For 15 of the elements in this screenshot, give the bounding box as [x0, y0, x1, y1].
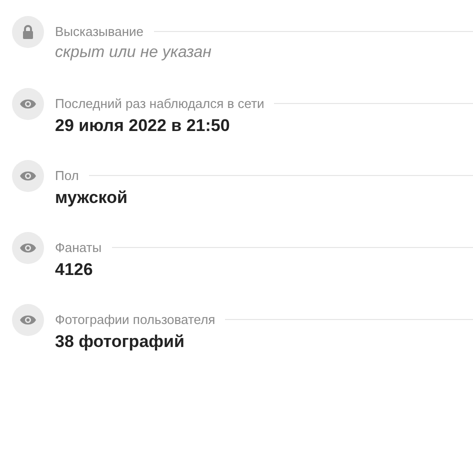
- field-value: 29 июля 2022 в 21:50: [55, 116, 231, 136]
- field-label: Пол: [55, 168, 79, 183]
- eye-icon: [20, 243, 36, 253]
- eye-icon: [20, 315, 36, 325]
- lock-icon: [22, 25, 34, 39]
- field-value: скрыт или не указан: [55, 44, 212, 62]
- eye-icon: [20, 99, 36, 109]
- eye-icon: [20, 171, 36, 181]
- field-label: Высказывание: [55, 24, 144, 39]
- field-label: Фотографии пользователя: [55, 312, 216, 327]
- field-label: Последний раз наблюдался в сети: [55, 96, 264, 111]
- field-value: мужской: [55, 188, 128, 208]
- field-label: Фанаты: [55, 240, 102, 255]
- field-value: 38 фотографий: [55, 332, 186, 352]
- field-value: 4126: [55, 260, 94, 280]
